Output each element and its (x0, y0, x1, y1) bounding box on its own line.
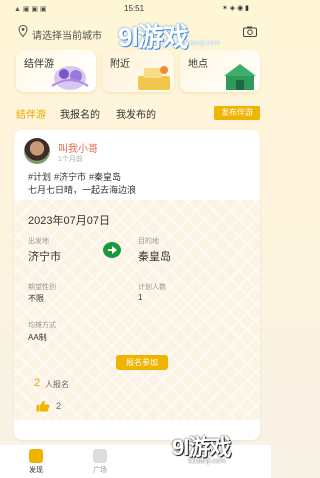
join-button[interactable]: 报名参加 (116, 355, 168, 370)
thumbs-up-icon[interactable] (36, 400, 50, 412)
watermark-url-bottom: 91danji.com (188, 458, 226, 465)
status-time: 15:51 (124, 4, 145, 13)
nearby-illustration-icon (138, 66, 170, 90)
signup-label: 人报名 (45, 380, 69, 389)
nav-square[interactable]: 广场 (80, 449, 120, 475)
people-label: 计划人数 (138, 284, 166, 291)
tag-item[interactable]: #秦皇岛 (89, 172, 121, 182)
places-illustration-icon (224, 64, 256, 90)
city-selector[interactable]: 请选择当前城市 (32, 27, 102, 42)
payment-value: AA制 (28, 333, 47, 342)
post-tags: #计划 #济宁市 #秦皇岛 (28, 170, 124, 183)
gender-label: 期望性别 (28, 284, 56, 291)
post-description: 七月七日晴，一起去海边浪 (28, 185, 137, 195)
like-count: 2 (56, 401, 62, 411)
status-icons-left: ▲ ▣ ▣ ▣ (14, 6, 47, 13)
destination-label: 目的地 (138, 238, 159, 245)
square-icon (93, 449, 107, 463)
destination-value: 秦皇岛 (138, 251, 171, 263)
camera-icon[interactable] (243, 26, 257, 37)
location-pin-icon (18, 25, 28, 37)
trip-details: 2023年07月07日 出发地 济宁市 目的地 秦皇岛 期望性别 不限 计划人数… (14, 200, 260, 420)
people-value: 1 (138, 293, 143, 302)
category-label: 附近 (110, 59, 130, 70)
avatar[interactable] (24, 138, 50, 164)
category-card-companion-travel[interactable]: 结伴游 (16, 50, 96, 92)
nav-label: 发现 (29, 467, 43, 474)
status-bar: ▲ ▣ ▣ ▣ 15:51 ✶ ◈ ◉ ▮ (0, 0, 271, 16)
post-time: 1个月前 (58, 156, 83, 163)
nav-discover[interactable]: 发现 (16, 449, 56, 475)
home-icon (29, 449, 43, 463)
status-icons-right: ✶ ◈ ◉ ▮ (221, 5, 249, 12)
publish-companion-button[interactable]: 发布伴游 (214, 106, 260, 120)
tab-my-signups[interactable]: 我报名的 (60, 106, 100, 121)
tab-my-posts[interactable]: 我发布的 (116, 106, 156, 121)
tab-companion-travel[interactable]: 结伴游 (16, 106, 46, 121)
post-author-name[interactable]: 叫我小哥 (58, 140, 98, 155)
category-card-places[interactable]: 地点 (180, 50, 260, 92)
watermark-url-top: 91danji.com (182, 40, 220, 47)
category-cards: 结伴游 附近 地点 (16, 50, 260, 94)
tag-item[interactable]: #计划 (28, 172, 51, 182)
watermark-logo-top: 9l游戏 (118, 22, 189, 52)
signup-count: 2 (34, 377, 41, 389)
tag-item[interactable]: #济宁市 (54, 172, 86, 182)
companion-illustration-icon (51, 66, 89, 90)
category-label: 地点 (188, 59, 208, 70)
nav-label: 广场 (93, 467, 107, 474)
companion-post-card[interactable]: 叫我小哥 1个月前 #计划 #济宁市 #秦皇岛 七月七日晴，一起去海边浪 2023年… (14, 130, 260, 440)
gender-value: 不限 (28, 294, 44, 303)
payment-label: 均摊方式 (28, 322, 56, 329)
origin-value: 济宁市 (28, 251, 61, 263)
origin-label: 出发地 (28, 238, 49, 245)
go-arrow-icon (103, 242, 121, 258)
category-card-nearby[interactable]: 附近 (102, 50, 174, 92)
content-tabs: 结伴游 我报名的 我发布的 发布伴游 (16, 106, 260, 122)
trip-date: 2023年07月07日 (28, 215, 110, 227)
